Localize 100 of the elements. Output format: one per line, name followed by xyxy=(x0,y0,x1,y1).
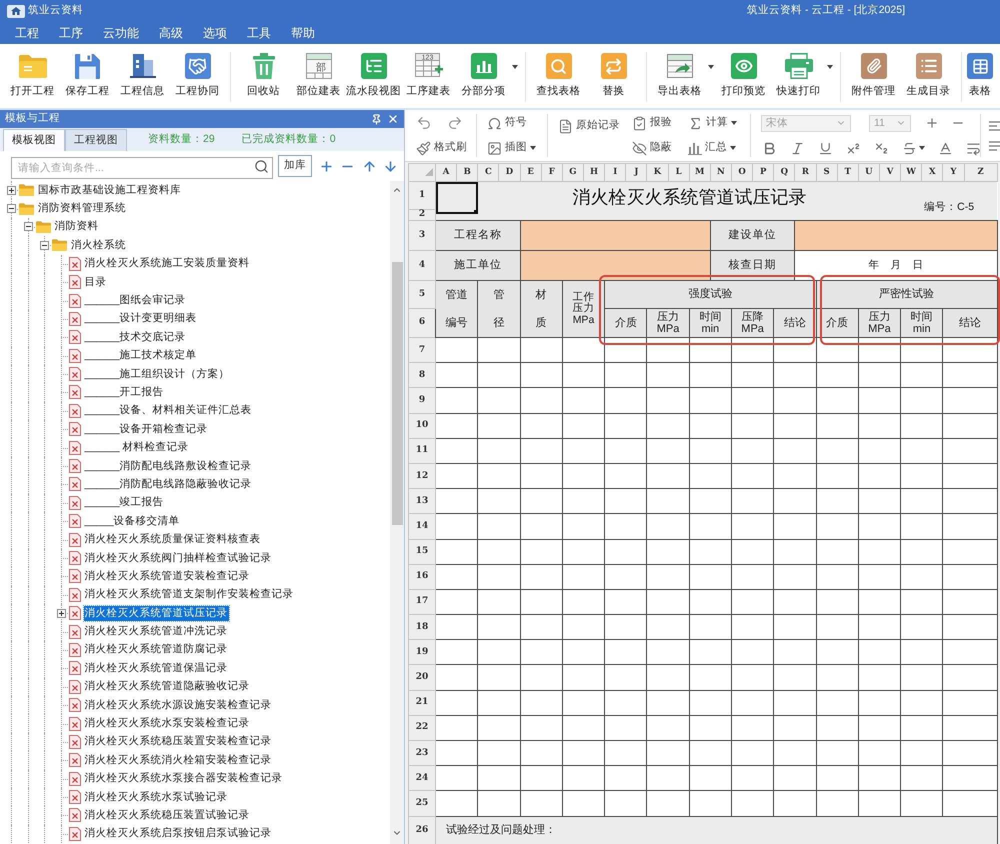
column-header[interactable]: Q xyxy=(774,164,795,182)
tree-item[interactable]: 消火栓灭火系统消火栓箱安装检查记录 xyxy=(84,752,272,768)
tree-item[interactable]: 消防资料管理系统 xyxy=(37,201,127,216)
toolbar-button[interactable]: 打开工程 xyxy=(5,52,60,98)
text-color-icon[interactable] xyxy=(938,140,953,156)
tree-item[interactable]: 消火栓灭火系统水泵接合器安装检查记录 xyxy=(84,771,284,786)
toolbar-button[interactable]: 查找表格 xyxy=(531,52,586,98)
redo-icon[interactable] xyxy=(447,115,463,131)
tree-item[interactable]: 消火栓灭火系统水泵安装检查记录 xyxy=(84,716,250,732)
column-header[interactable]: Y xyxy=(942,164,964,182)
tree-item[interactable]: ______消防配电线路隐蔽验收记录 xyxy=(84,476,253,492)
toolbar-button[interactable]: 原始记录 xyxy=(558,117,628,135)
tree-item[interactable]: ______设备、材料相关证件汇总表 xyxy=(84,403,253,418)
toolbar-button[interactable]: 隐蔽 xyxy=(632,139,672,157)
cell-selection[interactable] xyxy=(436,182,478,214)
add-library-button[interactable]: 加库 xyxy=(278,155,312,177)
align-icon[interactable] xyxy=(989,120,1000,130)
minus-box-icon[interactable] xyxy=(24,222,32,232)
menu-item[interactable]: 工具 xyxy=(237,23,281,43)
tree-item[interactable]: 目录 xyxy=(84,274,108,290)
plus-icon[interactable] xyxy=(925,116,939,130)
tree-item[interactable]: 国标市政基础设施工程资料库 xyxy=(37,182,182,198)
column-header[interactable]: N xyxy=(710,164,732,182)
tree-item[interactable]: ______施工组织设计（方案） xyxy=(84,366,231,382)
tree-item[interactable]: 消火栓灭火系统管道支架制作安装检查记录 xyxy=(84,587,294,602)
plus-box-icon[interactable] xyxy=(56,608,66,618)
tree-item[interactable]: 消火栓灭火系统质量保证资料核查表 xyxy=(84,532,262,548)
toolbar-button[interactable]: 替换 xyxy=(586,52,641,98)
column-header[interactable]: M xyxy=(689,164,710,182)
column-header[interactable]: F xyxy=(541,164,562,182)
minus-box-icon[interactable] xyxy=(40,240,49,250)
column-header[interactable]: J xyxy=(626,164,647,182)
tree-item[interactable]: _____设备移交清单 xyxy=(84,514,181,529)
toolbar-button[interactable]: 生成目录 xyxy=(901,52,956,98)
menu-item[interactable]: 选项 xyxy=(193,23,237,43)
input-field[interactable] xyxy=(520,250,710,280)
toolbar-button[interactable]: 部 部位建表 xyxy=(291,52,346,98)
wrap-text-icon[interactable] xyxy=(966,140,981,156)
superscript-icon[interactable] xyxy=(846,140,861,156)
undo-icon[interactable] xyxy=(416,115,432,131)
tree-item[interactable]: 消火栓灭火系统稳压装置试验记录 xyxy=(84,808,250,823)
arrow-down-icon[interactable] xyxy=(383,158,398,174)
tree-item[interactable]: 消火栓灭火系统管道保温记录 xyxy=(84,660,228,676)
tree-item[interactable]: ______施工技术核定单 xyxy=(84,348,198,364)
toolbar-button[interactable]: 报验 xyxy=(632,114,672,132)
column-header[interactable]: G xyxy=(562,164,584,182)
menu-item[interactable]: 工序 xyxy=(49,23,93,43)
input-field[interactable] xyxy=(520,220,710,250)
column-header[interactable]: B xyxy=(456,164,478,182)
toolbar-button[interactable]: 工程协同 xyxy=(170,52,225,98)
toolbar-button[interactable]: 分部分项 xyxy=(456,52,520,98)
tree-item[interactable]: 消火栓灭火系统启泵按钮启泵试验记录 xyxy=(84,826,272,842)
toolbar-button[interactable]: 插图 xyxy=(487,139,547,157)
tree-item[interactable]: ______开工报告 xyxy=(84,384,165,400)
plus-icon[interactable] xyxy=(319,158,334,174)
tree-item[interactable]: ______竣工报告 xyxy=(84,495,165,510)
toolbar-button[interactable]: 计算 xyxy=(688,114,737,132)
tree-item[interactable]: 消火栓灭火系统管道安装检查记录 xyxy=(84,568,250,584)
column-header[interactable]: X xyxy=(922,164,943,182)
toolbar-button[interactable]: 保存工程 xyxy=(60,52,115,98)
column-header[interactable]: K xyxy=(646,164,668,182)
column-header[interactable]: H xyxy=(583,164,605,182)
menu-item[interactable]: 高级 xyxy=(149,23,193,43)
column-header[interactable]: E xyxy=(520,164,542,182)
tree-item[interactable]: 消火栓灭火系统阀门抽样检查试验记录 xyxy=(84,550,272,566)
strikethrough-icon[interactable] xyxy=(902,140,917,156)
search-field[interactable]: 请输入查询条件... xyxy=(11,157,273,179)
subscript-icon[interactable] xyxy=(874,140,889,156)
tree-item[interactable]: 消火栓灭火系统水泵试验记录 xyxy=(84,790,228,805)
column-header[interactable]: U xyxy=(858,164,880,182)
column-header[interactable]: V xyxy=(879,164,901,182)
toolbar-button[interactable]: 快速打印 xyxy=(771,52,835,98)
column-header[interactable]: S xyxy=(816,164,838,182)
column-header[interactable]: D xyxy=(498,164,520,182)
pin-icon[interactable] xyxy=(371,114,382,124)
tree-item[interactable]: 消火栓灭火系统施工安装质量资料 xyxy=(84,256,250,272)
column-header[interactable]: I xyxy=(604,164,626,182)
tree-item[interactable]: 消火栓系统 xyxy=(70,238,127,253)
tree-item[interactable]: 消防资料 xyxy=(54,219,100,234)
toolbar-button[interactable]: 符号 xyxy=(487,114,547,132)
toolbar-button[interactable]: 表格 xyxy=(967,52,993,98)
toolbar-button[interactable]: 流水段视图 xyxy=(346,52,401,98)
column-header[interactable]: O xyxy=(731,164,753,182)
toolbar-button[interactable]: 格式刷 xyxy=(416,139,476,157)
close-icon[interactable] xyxy=(387,113,399,125)
tree-item[interactable]: 消火栓灭火系统水源设施安装检查记录 xyxy=(84,698,272,713)
column-header[interactable]: A xyxy=(436,164,457,182)
column-header[interactable]: L xyxy=(668,164,690,182)
align-icon[interactable] xyxy=(989,140,1000,150)
column-header[interactable]: Z xyxy=(964,164,998,182)
tree-item[interactable]: 消火栓灭火系统管道防腐记录 xyxy=(84,642,228,658)
scrollbar-thumb[interactable] xyxy=(392,262,402,525)
toolbar-button[interactable]: 导出表格 xyxy=(652,52,716,98)
bold-icon[interactable] xyxy=(762,140,777,156)
toolbar-button[interactable]: 附件管理 xyxy=(846,52,901,98)
plus-box-icon[interactable] xyxy=(7,186,16,195)
column-header[interactable]: P xyxy=(752,164,774,182)
tree-item[interactable]: ______设备开箱检查记录 xyxy=(84,422,209,437)
tree-item[interactable]: ______ 材料检查记录 xyxy=(84,440,190,456)
toolbar-button[interactable]: 打印预览 xyxy=(716,52,771,98)
